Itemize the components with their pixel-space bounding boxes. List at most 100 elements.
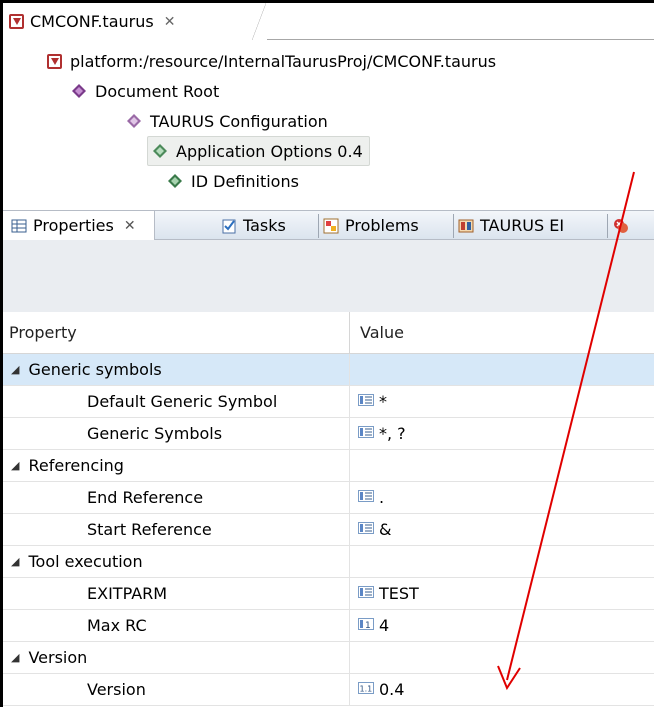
property-value-cell[interactable]: 14 — [350, 610, 389, 641]
tab-overflow[interactable] — [613, 211, 635, 240]
property-value-cell[interactable]: & — [350, 514, 391, 545]
property-value: * — [379, 392, 387, 411]
collapse-triangle-icon[interactable]: ◢ — [11, 651, 19, 664]
view-tab-bar: Properties ✕ Tasks Problems TAURUS EI — [3, 210, 654, 240]
tree-item-label: platform:/resource/InternalTaurusProj/CM… — [70, 51, 497, 71]
tab-separator — [453, 214, 454, 238]
error-log-icon — [614, 218, 628, 233]
property-value-cell[interactable]: * — [350, 386, 387, 417]
property-name-cell: Default Generic Symbol — [3, 386, 350, 417]
properties-toolbar — [3, 240, 654, 312]
property-row[interactable]: End Reference. — [3, 482, 654, 514]
category-row[interactable]: ◢ Generic symbols — [3, 354, 654, 386]
decimal-icon: 1.1 — [358, 680, 379, 699]
property-value: . — [379, 488, 385, 507]
category-value-cell — [350, 450, 358, 481]
property-value: & — [379, 520, 392, 539]
editor-tab-bar: CMCONF.taurus ✕ — [3, 3, 654, 40]
category-row[interactable]: ◢ Referencing — [3, 450, 654, 482]
property-name: Version — [87, 680, 146, 699]
close-icon[interactable]: ✕ — [124, 218, 136, 234]
property-value-cell[interactable]: TEST — [350, 578, 419, 609]
tree-item-application-options[interactable]: Application Options 0.4 — [147, 136, 370, 166]
tab-label: TAURUS EI — [480, 216, 565, 235]
property-value: 4 — [379, 616, 390, 635]
category-row[interactable]: ◢ Tool execution — [3, 546, 654, 578]
category-value-cell — [350, 546, 358, 577]
problems-icon — [323, 218, 339, 233]
diamond-icon — [168, 174, 182, 188]
property-name-cell: Start Reference — [3, 514, 350, 545]
table-body: ◢ Generic symbols Default Generic Symbol * G… — [3, 354, 654, 706]
diamond-icon — [153, 144, 167, 158]
property-name-cell: Max RC — [3, 610, 350, 641]
collapse-triangle-icon[interactable]: ◢ — [11, 459, 19, 472]
category-label: Referencing — [28, 456, 124, 475]
list-icon — [358, 392, 379, 411]
editor-tab-label: CMCONF.taurus — [30, 12, 154, 31]
tasks-icon — [222, 219, 236, 233]
property-row[interactable]: Default Generic Symbol * — [3, 386, 654, 418]
taurus-ei-icon — [458, 219, 474, 232]
category-row[interactable]: ◢ Version — [3, 642, 654, 674]
property-row[interactable]: Start Reference & — [3, 514, 654, 546]
property-name: End Reference — [87, 488, 204, 507]
property-name: Default Generic Symbol — [87, 392, 278, 411]
tree-item-resource[interactable]: platform:/resource/InternalTaurusProj/CM… — [47, 46, 496, 76]
svg-text:1.1: 1.1 — [360, 685, 373, 694]
property-name: Generic Symbols — [87, 424, 223, 443]
svg-text:1: 1 — [365, 621, 371, 631]
property-name: EXITPARM — [87, 584, 168, 603]
tree-item-document-root[interactable]: Document Root — [71, 76, 219, 106]
category-label: Tool execution — [28, 552, 143, 571]
list-icon — [358, 584, 379, 603]
tab-separator — [607, 214, 608, 238]
category-value-cell — [350, 642, 358, 673]
column-header-value[interactable]: Value — [350, 323, 404, 342]
collapse-triangle-icon[interactable]: ◢ — [11, 363, 19, 376]
category-cell: ◢ Referencing — [3, 450, 350, 481]
collapse-triangle-icon[interactable]: ◢ — [11, 555, 19, 568]
property-value-cell[interactable]: . — [350, 482, 384, 513]
tab-label: Tasks — [243, 216, 286, 235]
property-value-cell[interactable]: *, ? — [350, 418, 406, 449]
property-row[interactable]: Generic Symbols *, ? — [3, 418, 654, 450]
tab-problems[interactable]: Problems — [323, 211, 419, 240]
property-value: TEST — [379, 584, 419, 603]
tab-label: Properties — [33, 216, 114, 235]
property-name-cell: EXITPARM — [3, 578, 350, 609]
property-value: 0.4 — [379, 680, 405, 699]
category-value-cell — [350, 354, 358, 385]
tab-properties[interactable]: Properties ✕ — [3, 211, 155, 240]
property-name-cell: Version — [3, 674, 350, 705]
tree-item-taurus-configuration[interactable]: TAURUS Configuration — [126, 106, 328, 136]
property-row[interactable]: Version 1.1 0.4 — [3, 674, 654, 706]
list-icon — [358, 488, 379, 507]
property-name: Start Reference — [87, 520, 212, 539]
property-value: *, ? — [379, 424, 406, 443]
property-value-cell[interactable]: 1.1 0.4 — [350, 674, 404, 705]
tree-item-id-definitions[interactable]: ID Definitions — [167, 166, 299, 196]
property-name-cell: Generic Symbols — [3, 418, 350, 449]
property-name: Max RC — [87, 616, 147, 635]
editor-tab-cmconf[interactable]: CMCONF.taurus ✕ — [3, 3, 266, 40]
diamond-icon — [72, 84, 86, 98]
tree-item-label: Application Options 0.4 — [176, 141, 363, 161]
integer-icon: 1 — [358, 616, 379, 635]
properties-table: Property Value ◢ Generic symbols Default G… — [3, 311, 654, 706]
property-row[interactable]: Max RC 1 4 — [3, 610, 654, 642]
list-icon — [358, 520, 379, 539]
table-header: Property Value — [3, 311, 654, 354]
tab-taurus-ei[interactable]: TAURUS EI — [458, 211, 564, 240]
diamond-icon — [127, 114, 141, 128]
category-label: Generic symbols — [28, 360, 162, 379]
property-name-cell: End Reference — [3, 482, 350, 513]
properties-icon — [11, 219, 27, 232]
tab-tasks[interactable]: Tasks — [221, 211, 286, 240]
tab-separator — [318, 214, 319, 238]
column-header-property[interactable]: Property — [3, 311, 350, 354]
tree-item-label: ID Definitions — [191, 171, 299, 191]
close-icon[interactable]: ✕ — [164, 14, 176, 30]
model-tree: platform:/resource/InternalTaurusProj/CM… — [3, 40, 654, 208]
property-row[interactable]: EXITPARM TEST — [3, 578, 654, 610]
